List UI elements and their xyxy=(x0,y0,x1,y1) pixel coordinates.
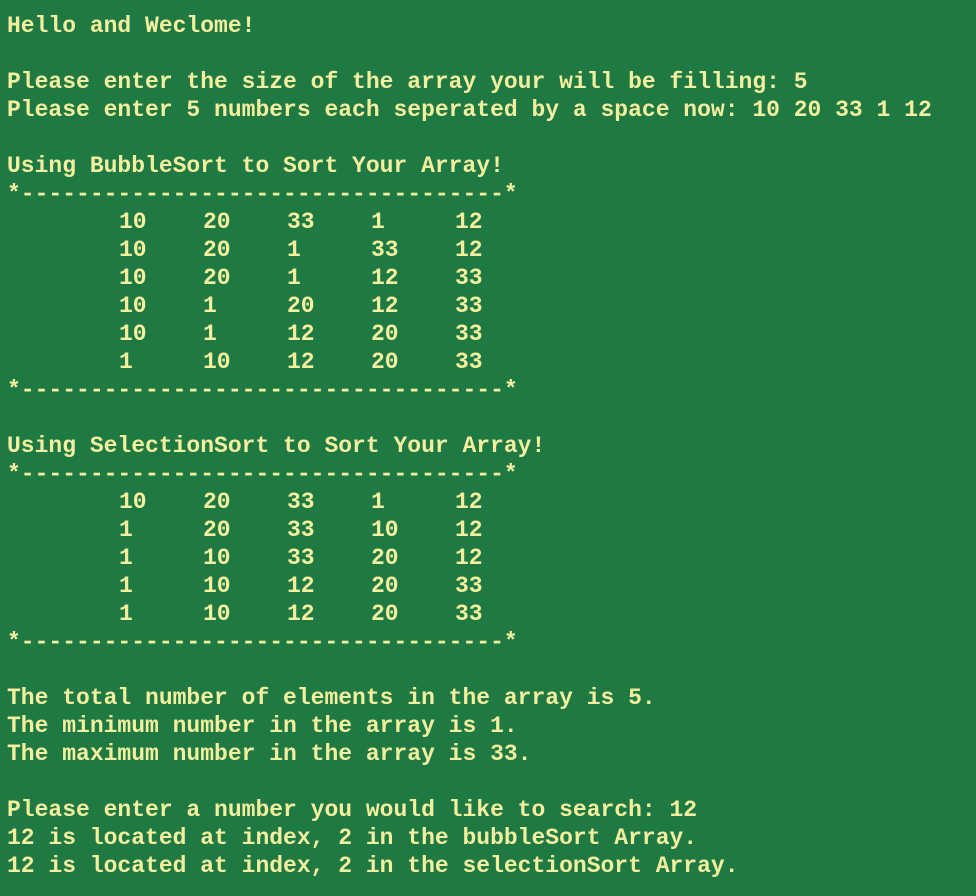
array-value-cell: 1 xyxy=(371,209,385,235)
array-value-cell: 20 xyxy=(203,489,231,515)
array-value-cell: 33 xyxy=(287,517,315,543)
table-row: 10 1 20 12 33 xyxy=(7,292,976,320)
array-value-cell: 12 xyxy=(371,265,399,291)
array-value-cell: 1 xyxy=(371,489,385,515)
array-value-cell: 10 xyxy=(119,489,147,515)
bubble-sort-border-top: *-----------------------------------* xyxy=(7,181,518,207)
table-row: 1 10 12 20 33 xyxy=(7,600,976,628)
array-value-cell: 12 xyxy=(455,237,483,263)
array-value-cell: 20 xyxy=(371,349,399,375)
array-value-cell: 33 xyxy=(287,209,315,235)
array-value-cell: 20 xyxy=(203,237,231,263)
array-value-cell: 33 xyxy=(455,293,483,319)
selection-search-result-line: 12 is located at index, 2 in the selecti… xyxy=(7,853,739,879)
table-row: 1 10 33 20 12 xyxy=(7,544,976,572)
bubble-sort-table: 10 20 33 1 12 10 20 1 33 12 10 20 1 12 33 10 1 20 12 33 10 1 1… xyxy=(7,208,976,376)
array-value-cell: 20 xyxy=(203,517,231,543)
array-value-cell: 1 xyxy=(287,265,301,291)
array-value-cell: 12 xyxy=(455,517,483,543)
array-value-cell: 1 xyxy=(119,601,133,627)
array-value-cell: 10 xyxy=(371,517,399,543)
table-row: 1 10 12 20 33 xyxy=(7,348,976,376)
array-value-cell: 12 xyxy=(287,573,315,599)
terminal-window[interactable]: Hello and Weclome! Please enter the size… xyxy=(0,0,976,896)
table-row: 10 1 12 20 33 xyxy=(7,320,976,348)
array-value-cell: 12 xyxy=(287,601,315,627)
array-value-cell: 12 xyxy=(455,489,483,515)
array-value-cell: 10 xyxy=(119,293,147,319)
array-value-cell: 12 xyxy=(287,321,315,347)
bubble-sort-heading: Using BubbleSort to Sort Your Array! xyxy=(7,153,504,179)
table-row: 1 10 12 20 33 xyxy=(7,572,976,600)
array-value-cell: 12 xyxy=(455,209,483,235)
search-prompt-line: Please enter a number you would like to … xyxy=(7,797,698,823)
size-prompt-line: Please enter the size of the array your … xyxy=(7,69,808,95)
array-value-cell: 10 xyxy=(119,209,147,235)
selection-sort-heading: Using SelectionSort to Sort Your Array! xyxy=(7,433,546,459)
array-value-cell: 33 xyxy=(287,545,315,571)
array-value-cell: 12 xyxy=(455,545,483,571)
array-value-cell: 20 xyxy=(371,573,399,599)
array-value-cell: 10 xyxy=(203,601,231,627)
array-value-cell: 33 xyxy=(455,321,483,347)
array-value-cell: 20 xyxy=(287,293,315,319)
selection-sort-table: 10 20 33 1 12 1 20 33 10 12 1 10 33 20 12 1 10 12 20 33 1 10 1… xyxy=(7,488,976,628)
array-value-cell: 20 xyxy=(203,209,231,235)
array-value-cell: 33 xyxy=(371,237,399,263)
array-value-cell: 20 xyxy=(371,321,399,347)
array-value-cell: 1 xyxy=(203,321,217,347)
table-row: 10 20 33 1 12 xyxy=(7,488,976,516)
array-value-cell: 20 xyxy=(203,265,231,291)
numbers-prompt-line: Please enter 5 numbers each seperated by… xyxy=(7,97,932,123)
array-value-cell: 10 xyxy=(203,573,231,599)
array-value-cell: 1 xyxy=(119,545,133,571)
bubble-search-result-line: 12 is located at index, 2 in the bubbleS… xyxy=(7,825,698,851)
array-value-cell: 33 xyxy=(455,601,483,627)
array-value-cell: 1 xyxy=(119,517,133,543)
greeting-line: Hello and Weclome! xyxy=(7,13,256,39)
maximum-line: The maximum number in the array is 33. xyxy=(7,741,532,767)
selection-sort-border-top: *-----------------------------------* xyxy=(7,461,518,487)
selection-sort-border-bottom: *-----------------------------------* xyxy=(7,629,518,655)
array-value-cell: 20 xyxy=(371,545,399,571)
array-value-cell: 1 xyxy=(203,293,217,319)
table-row: 10 20 33 1 12 xyxy=(7,208,976,236)
array-value-cell: 33 xyxy=(455,349,483,375)
array-value-cell: 10 xyxy=(119,237,147,263)
array-value-cell: 12 xyxy=(371,293,399,319)
table-row: 10 20 1 33 12 xyxy=(7,236,976,264)
array-value-cell: 10 xyxy=(119,265,147,291)
array-value-cell: 20 xyxy=(371,601,399,627)
array-value-cell: 1 xyxy=(119,573,133,599)
array-value-cell: 10 xyxy=(203,545,231,571)
minimum-line: The minimum number in the array is 1. xyxy=(7,713,518,739)
array-value-cell: 1 xyxy=(119,349,133,375)
bubble-sort-border-bottom: *-----------------------------------* xyxy=(7,377,518,403)
array-value-cell: 33 xyxy=(287,489,315,515)
array-value-cell: 10 xyxy=(119,321,147,347)
array-value-cell: 10 xyxy=(203,349,231,375)
table-row: 1 20 33 10 12 xyxy=(7,516,976,544)
array-value-cell: 33 xyxy=(455,265,483,291)
array-value-cell: 1 xyxy=(287,237,301,263)
array-value-cell: 33 xyxy=(455,573,483,599)
total-elements-line: The total number of elements in the arra… xyxy=(7,685,656,711)
table-row: 10 20 1 12 33 xyxy=(7,264,976,292)
array-value-cell: 12 xyxy=(287,349,315,375)
